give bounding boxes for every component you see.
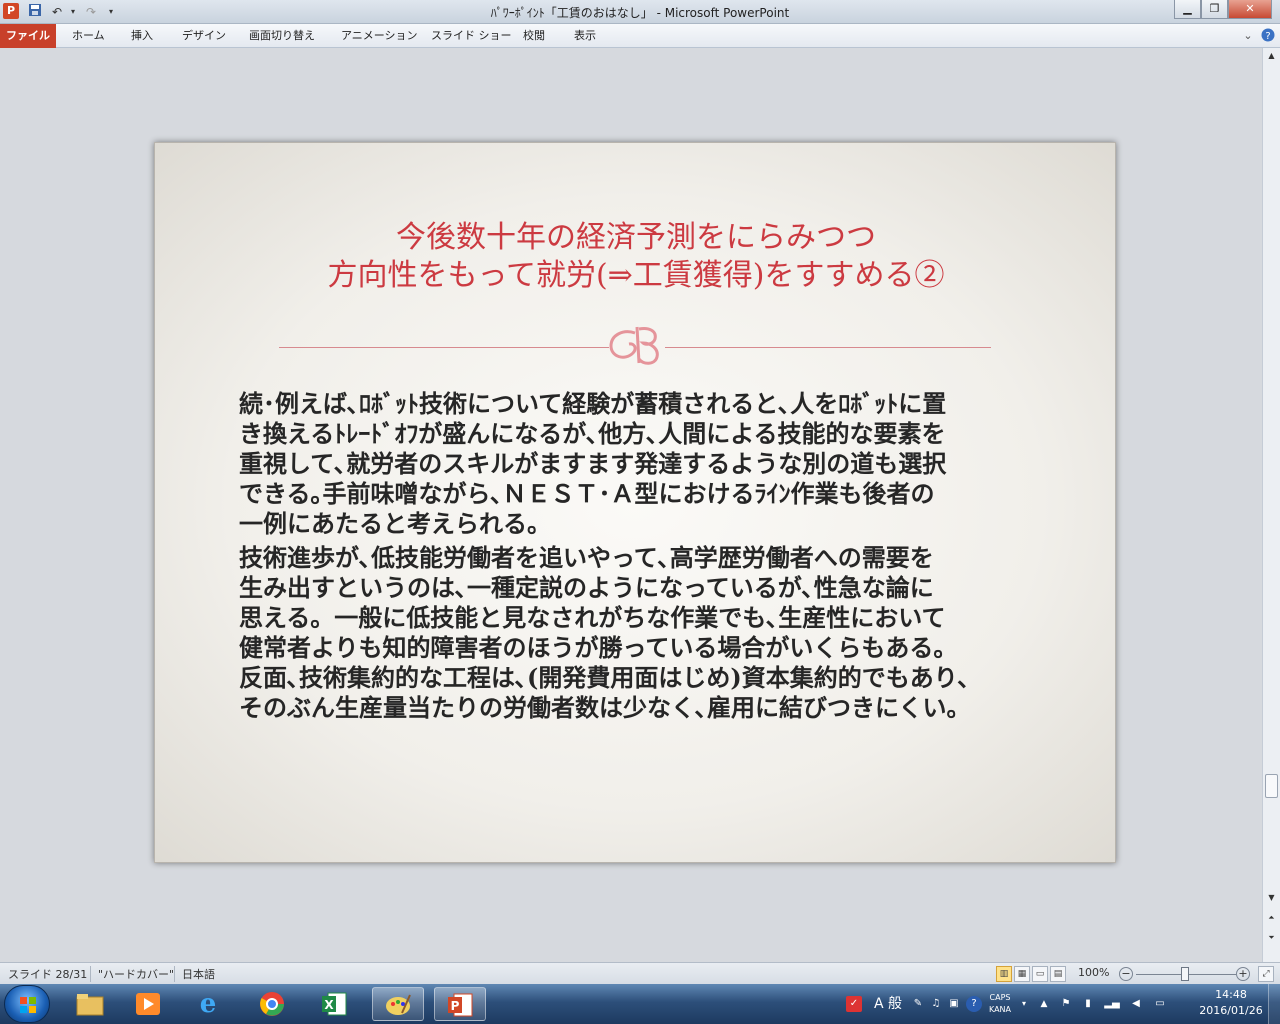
body-p2-line-2: 生み出すというのは､一種定説のようになっているが､性急な論に [239,573,934,602]
slideshow-view-button[interactable]: ▤ [1050,966,1066,982]
previous-slide-icon[interactable]: ⏶ [1263,910,1280,926]
body-p1-line-5: 一例にあたると考えられる。 [239,509,551,538]
powerpoint-taskbar-icon[interactable]: P [434,987,486,1021]
body-p2-line-3: 思える。一般に低技能と見なされがちな作業でも､生産性において [239,603,946,632]
slide-counter: スライド 28/31 [8,968,88,981]
minimize-icon: ▁ [1183,2,1192,15]
window-title: ﾊﾟﾜｰﾎﾟｲﾝﾄ「工賃のおはなし」 - Microsoft PowerPoin… [490,6,790,20]
tab-review[interactable]: 校閲 [523,24,545,48]
next-slide-icon[interactable]: ⏷ [1263,930,1280,946]
language-indicator[interactable]: 日本語 [182,966,215,982]
file-explorer-taskbar-icon[interactable] [64,987,116,1021]
minimize-button[interactable]: ▁ [1174,0,1201,19]
ime-options-icon[interactable]: ▾ [1016,996,1032,1012]
powerpoint-app-icon[interactable]: P [3,3,19,19]
display-icon[interactable]: ▭ [1152,996,1168,1012]
zoom-slider-thumb[interactable] [1181,967,1189,981]
title-line-2: 方向性をもって就労(⇒工賃獲得)をすすめる② [327,258,945,293]
ime-dictionary-icon[interactable]: ♫ [928,996,944,1012]
theme-name: "ハードカバー" [98,968,175,981]
slide[interactable]: 今後数十年の経済予測をにらみつつ 方向性をもって就労(⇒工賃獲得)をすすめる② … [154,142,1116,863]
show-hidden-icons-icon[interactable]: ▲ [1036,996,1052,1012]
body-p1-line-1: 続･例えば､ﾛﾎﾞｯﾄ技術について経験が蓄積されると､人をﾛﾎﾞｯﾄに置 [239,389,947,418]
chrome-taskbar-icon[interactable] [246,987,298,1021]
ime-mode-indicator[interactable]: A 般 [870,996,906,1012]
ime-pad-icon[interactable]: ✎ [910,996,926,1012]
customize-toolbar-icon[interactable]: ▾ [102,3,120,21]
action-center-flag-icon[interactable]: ⚑ [1058,996,1074,1012]
security-tray-icon[interactable]: ✓ [846,996,862,1012]
help-icon[interactable]: ? [1260,28,1276,44]
start-button[interactable] [4,985,50,1023]
undo-dropdown-icon[interactable]: ▾ [64,3,82,21]
close-button[interactable]: ✕ [1228,0,1272,19]
ribbon-tab-bar: ファイル ホーム 挿入 デザイン 画面切り替え アニメーション スライド ショー… [0,24,1280,48]
power-icon[interactable]: ▮ [1080,996,1096,1012]
expand-ribbon-icon[interactable]: ⌄ [1240,28,1256,44]
body-p2-line-6: そのぶん生産量当たりの労働者数は少なく､雇用に結びつきにくい。 [239,693,971,722]
internet-explorer-taskbar-icon[interactable]: e [182,987,234,1021]
kana-lock-indicator: KANA [988,1005,1012,1014]
svg-text:P: P [451,999,460,1013]
redo-icon[interactable]: ↷ [82,3,100,21]
ime-tools-icon[interactable]: ▣ [946,996,962,1012]
clock-date[interactable]: 2016/01/26 [1196,1004,1266,1017]
paint-taskbar-icon[interactable] [372,987,424,1021]
volume-icon[interactable]: ◀ [1128,996,1144,1012]
vertical-scrollbar[interactable]: ▲ ▼ ⏶ ⏷ [1262,48,1280,962]
tab-insert[interactable]: 挿入 [131,24,153,48]
scrollbar-thumb[interactable] [1265,774,1278,798]
body-p2-line-1: 技術進歩が､低技能労働者を追いやって､高学歴労働者への需要を [239,543,934,572]
tab-view[interactable]: 表示 [574,24,596,48]
clock-time[interactable]: 14:48 [1196,988,1266,1001]
tab-animations[interactable]: アニメーション [341,24,418,48]
excel-taskbar-icon[interactable]: X [308,987,360,1021]
tab-transitions[interactable]: 画面切り替え [249,24,315,48]
reading-view-button[interactable]: ▭ [1032,966,1048,982]
body-p2-line-5: 反面､技術集約的な工程は､(開発費用面はじめ)資本集約的でもあり､ [239,663,970,692]
svg-text:?: ? [1265,31,1270,42]
tab-design[interactable]: デザイン [182,24,226,48]
body-p2-line-4: 健常者よりも知的障害者のほうが勝っている場合がいくらもある。 [239,633,958,662]
restore-icon: ❐ [1209,2,1220,15]
flourish-ornament-icon [609,326,659,365]
zoom-out-button[interactable]: − [1119,967,1133,981]
show-desktop-button[interactable] [1268,984,1280,1024]
body-p1-line-4: できる｡手前味噌ながら､ＮＥＳＴ･Ａ型におけるﾗｲﾝ作業も後者の [239,479,935,508]
restore-button[interactable]: ❐ [1201,0,1228,19]
tab-home[interactable]: ホーム [72,24,105,48]
network-icon[interactable]: ▂▄ [1104,996,1120,1012]
scroll-up-icon[interactable]: ▲ [1263,48,1280,64]
tab-slideshow[interactable]: スライド ショー [431,24,512,48]
svg-text:X: X [324,998,334,1012]
ime-help-icon[interactable]: ? [966,996,982,1012]
body-p1-line-2: き換えるﾄﾚｰﾄﾞｵﾌが盛んになるが､他方､人間による技能的な要素を [239,419,946,448]
scroll-down-icon[interactable]: ▼ [1263,890,1280,906]
save-icon[interactable] [26,3,44,21]
status-bar: スライド 28/31 "ハードカバー" 日本語 ▥ ▦ ▭ ▤ 100% − +… [0,962,1280,984]
title-line-1: 今後数十年の経済予測をにらみつつ [396,220,876,255]
normal-view-button[interactable]: ▥ [996,966,1012,982]
title-bar: P ↶ ▾ ↷ ▾ ﾊﾟﾜｰﾎﾟｲﾝﾄ「工賃のおはなし」 - Microsoft… [0,0,1280,24]
slide-sorter-view-button[interactable]: ▦ [1014,966,1030,982]
close-icon: ✕ [1245,2,1255,15]
zoom-in-button[interactable]: + [1236,967,1250,981]
slide-editing-area[interactable]: 今後数十年の経済予測をにらみつつ 方向性をもって就労(⇒工賃獲得)をすすめる② … [0,48,1262,962]
zoom-level[interactable]: 100% [1078,966,1109,979]
status-separator [174,966,175,982]
windows-logo-icon [20,997,36,1013]
fit-to-window-icon[interactable]: ⤢ [1258,966,1274,982]
slide-body-text[interactable]: 続･例えば､ﾛﾎﾞｯﾄ技術について経験が蓄積されると､人をﾛﾎﾞｯﾄに置 き換え… [239,389,1039,723]
slide-title[interactable]: 今後数十年の経済予測をにらみつつ 方向性をもって就労(⇒工賃獲得)をすすめる② [155,219,1117,295]
status-separator [90,966,91,982]
tab-file[interactable]: ファイル [0,24,56,48]
title-divider-right [665,347,991,348]
media-player-taskbar-icon[interactable] [122,987,174,1021]
body-p1-line-3: 重視して､就労者のスキルがますます発達するような別の道も選択 [239,449,947,478]
taskbar: e X P ✓ A 般 ✎ ♫ ▣ ? CAPS KANA ▾ ▲ ⚑ ▮ ▂▄… [0,984,1280,1024]
title-divider-left [279,347,609,348]
